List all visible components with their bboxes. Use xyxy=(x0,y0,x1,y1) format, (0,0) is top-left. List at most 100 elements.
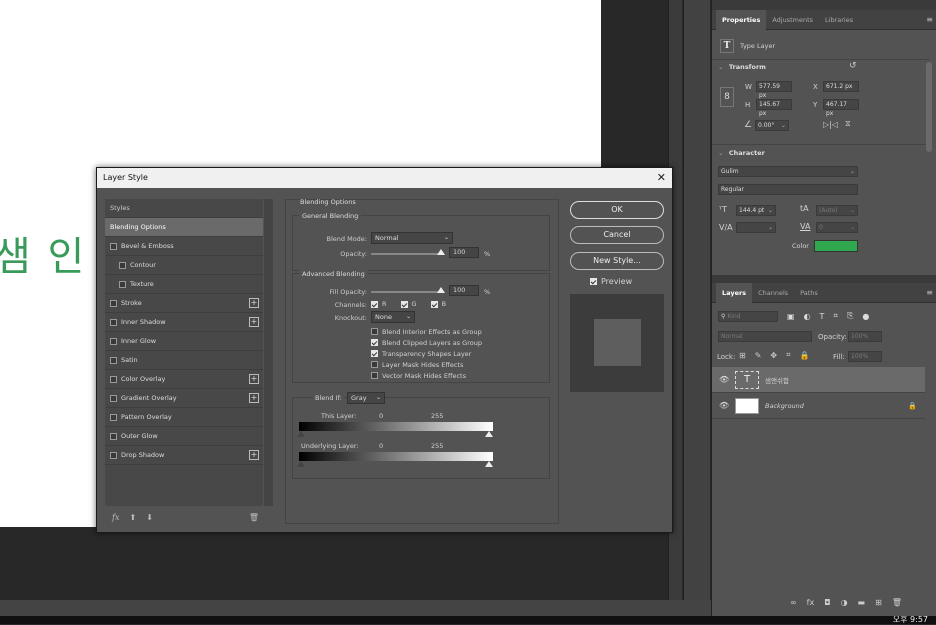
style-checkbox[interactable] xyxy=(110,337,117,345)
close-icon[interactable]: ✕ xyxy=(657,168,666,188)
style-item[interactable]: Color Overlay + xyxy=(105,370,263,389)
adjustment-filter-icon[interactable]: ◐ xyxy=(804,312,811,321)
option-checkbox[interactable] xyxy=(371,350,378,357)
font-family-select[interactable]: Gulim ⌄ xyxy=(718,166,858,177)
checkbox[interactable] xyxy=(430,300,438,308)
add-effect-icon[interactable]: + xyxy=(249,393,259,403)
layer-row-background[interactable]: 👁 Background 🔒 xyxy=(712,393,925,419)
tab-channels[interactable]: Channels xyxy=(752,283,794,303)
style-item[interactable]: Texture xyxy=(105,275,263,294)
kerning-field[interactable]: ⌄ xyxy=(736,222,776,233)
advanced-option[interactable]: Vector Mask Hides Effects xyxy=(371,370,541,381)
add-mask-icon[interactable]: ◘ xyxy=(824,598,830,607)
lock-transparency-icon[interactable]: ⊞ xyxy=(739,351,746,360)
lock-artboard-icon[interactable]: ⌗ xyxy=(786,350,791,360)
lock-position-icon[interactable]: ✥ xyxy=(770,351,777,360)
option-checkbox[interactable] xyxy=(371,372,378,379)
underlying-white-thumb[interactable] xyxy=(485,461,493,467)
y-field[interactable]: 467.17 px xyxy=(823,99,859,117)
checkbox[interactable] xyxy=(371,300,378,308)
layers-menu-icon[interactable]: ≡ xyxy=(926,288,933,297)
styles-list-scrollbar[interactable] xyxy=(264,199,273,506)
width-field[interactable]: 577.59 px xyxy=(756,81,792,99)
adjustment-layer-icon[interactable]: ◑ xyxy=(841,598,848,607)
style-item[interactable]: Bevel & Emboss xyxy=(105,237,263,256)
character-section-header[interactable]: ⌄ Character xyxy=(718,149,765,157)
underlying-black-thumb[interactable] xyxy=(297,461,305,467)
style-item[interactable]: Outer Glow xyxy=(105,427,263,446)
new-style-button[interactable]: New Style... xyxy=(570,252,664,270)
layer-name[interactable]: 샘앤쉬함 xyxy=(765,375,789,385)
blend-mode-dropdown[interactable]: Normal ⌄ xyxy=(371,232,453,244)
preview-checkbox[interactable] xyxy=(590,278,597,285)
cancel-button[interactable]: Cancel xyxy=(570,226,664,244)
advanced-option[interactable]: Blend Interior Effects as Group xyxy=(371,326,541,337)
layer-filter-select[interactable]: ⚲ Kind xyxy=(718,311,778,322)
lock-all-icon[interactable]: 🔒 xyxy=(800,351,810,360)
preview-toggle[interactable]: Preview xyxy=(590,277,632,286)
reset-icon[interactable]: ↺ xyxy=(849,61,857,71)
fill-opacity-slider-track[interactable] xyxy=(371,291,443,293)
add-effect-icon[interactable]: + xyxy=(249,374,259,384)
font-style-select[interactable]: Regular xyxy=(718,184,858,195)
properties-scrollbar[interactable] xyxy=(926,62,932,152)
tab-paths[interactable]: Paths xyxy=(794,283,824,303)
advanced-option[interactable]: Layer Mask Hides Effects xyxy=(371,359,541,370)
fill-opacity-field[interactable]: 100 xyxy=(449,285,479,296)
trash-icon[interactable]: 🗑 xyxy=(249,513,259,522)
move-up-icon[interactable]: ⬆ xyxy=(129,513,136,522)
link-layers-icon[interactable]: ∞ xyxy=(790,598,797,607)
style-item[interactable]: Inner Shadow + xyxy=(105,313,263,332)
channel-r[interactable]: R xyxy=(371,300,387,308)
link-icon[interactable]: 8 xyxy=(720,87,734,107)
this-layer-white-thumb[interactable] xyxy=(485,431,493,437)
advanced-option[interactable]: Blend Clipped Layers as Group xyxy=(371,337,541,348)
smart-object-filter-icon[interactable]: ⎘ xyxy=(847,311,853,321)
angle-field[interactable]: 0.00° ⌄ xyxy=(755,120,789,131)
opacity-field[interactable]: 100 xyxy=(449,247,479,258)
x-field[interactable]: 671.2 px xyxy=(823,81,859,92)
style-checkbox[interactable] xyxy=(110,242,117,250)
style-checkbox[interactable] xyxy=(110,413,117,421)
flip-horizontal-icon[interactable]: ▷|◁ xyxy=(823,120,838,129)
style-checkbox[interactable] xyxy=(110,299,117,307)
dialog-titlebar[interactable]: Layer Style xyxy=(97,168,672,188)
new-layer-icon[interactable]: ⊞ xyxy=(875,598,882,607)
style-checkbox[interactable] xyxy=(110,318,117,326)
tab-layers[interactable]: Layers xyxy=(716,282,753,303)
tab-properties[interactable]: Properties xyxy=(716,9,767,30)
shape-filter-icon[interactable]: ⌗ xyxy=(833,311,838,321)
style-checkbox[interactable] xyxy=(110,356,117,364)
type-filter-icon[interactable]: T xyxy=(820,312,825,321)
style-checkbox[interactable] xyxy=(110,375,117,383)
tab-adjustments[interactable]: Adjustments xyxy=(766,10,819,30)
layer-row-text[interactable]: 👁 T 샘앤쉬함 xyxy=(712,367,925,393)
layer-opacity-field[interactable]: 100% xyxy=(848,331,882,342)
ok-button[interactable]: OK xyxy=(570,201,664,219)
blend-if-dropdown[interactable]: Gray ⌄ xyxy=(347,392,385,404)
advanced-option[interactable]: Transparency Shapes Layer xyxy=(371,348,541,359)
image-filter-icon[interactable]: ▣ xyxy=(787,312,795,321)
channel-g[interactable]: G xyxy=(400,300,417,308)
style-item[interactable]: Satin xyxy=(105,351,263,370)
checkbox[interactable] xyxy=(400,300,408,308)
tab-libraries[interactable]: Libraries xyxy=(819,10,859,30)
layer-fill-field[interactable]: 100% xyxy=(848,351,882,362)
move-down-icon[interactable]: ⬇ xyxy=(146,513,153,522)
style-item[interactable]: Gradient Overlay + xyxy=(105,389,263,408)
channel-b[interactable]: B xyxy=(430,300,446,308)
opacity-slider-track[interactable] xyxy=(371,253,443,255)
option-checkbox[interactable] xyxy=(371,328,378,335)
add-effect-icon[interactable]: + xyxy=(249,317,259,327)
style-item[interactable]: Contour xyxy=(105,256,263,275)
style-checkbox[interactable] xyxy=(119,261,126,269)
group-folder-icon[interactable]: ▬ xyxy=(858,598,866,607)
style-item[interactable]: Inner Glow xyxy=(105,332,263,351)
text-color-swatch[interactable] xyxy=(814,240,858,252)
layer-name[interactable]: Background xyxy=(765,402,804,410)
option-checkbox[interactable] xyxy=(371,361,378,368)
style-checkbox[interactable] xyxy=(119,280,126,288)
delete-layer-icon[interactable]: 🗑 xyxy=(892,598,902,607)
style-item[interactable]: Blending Options xyxy=(105,218,263,237)
fx-icon[interactable]: fx xyxy=(807,598,815,607)
